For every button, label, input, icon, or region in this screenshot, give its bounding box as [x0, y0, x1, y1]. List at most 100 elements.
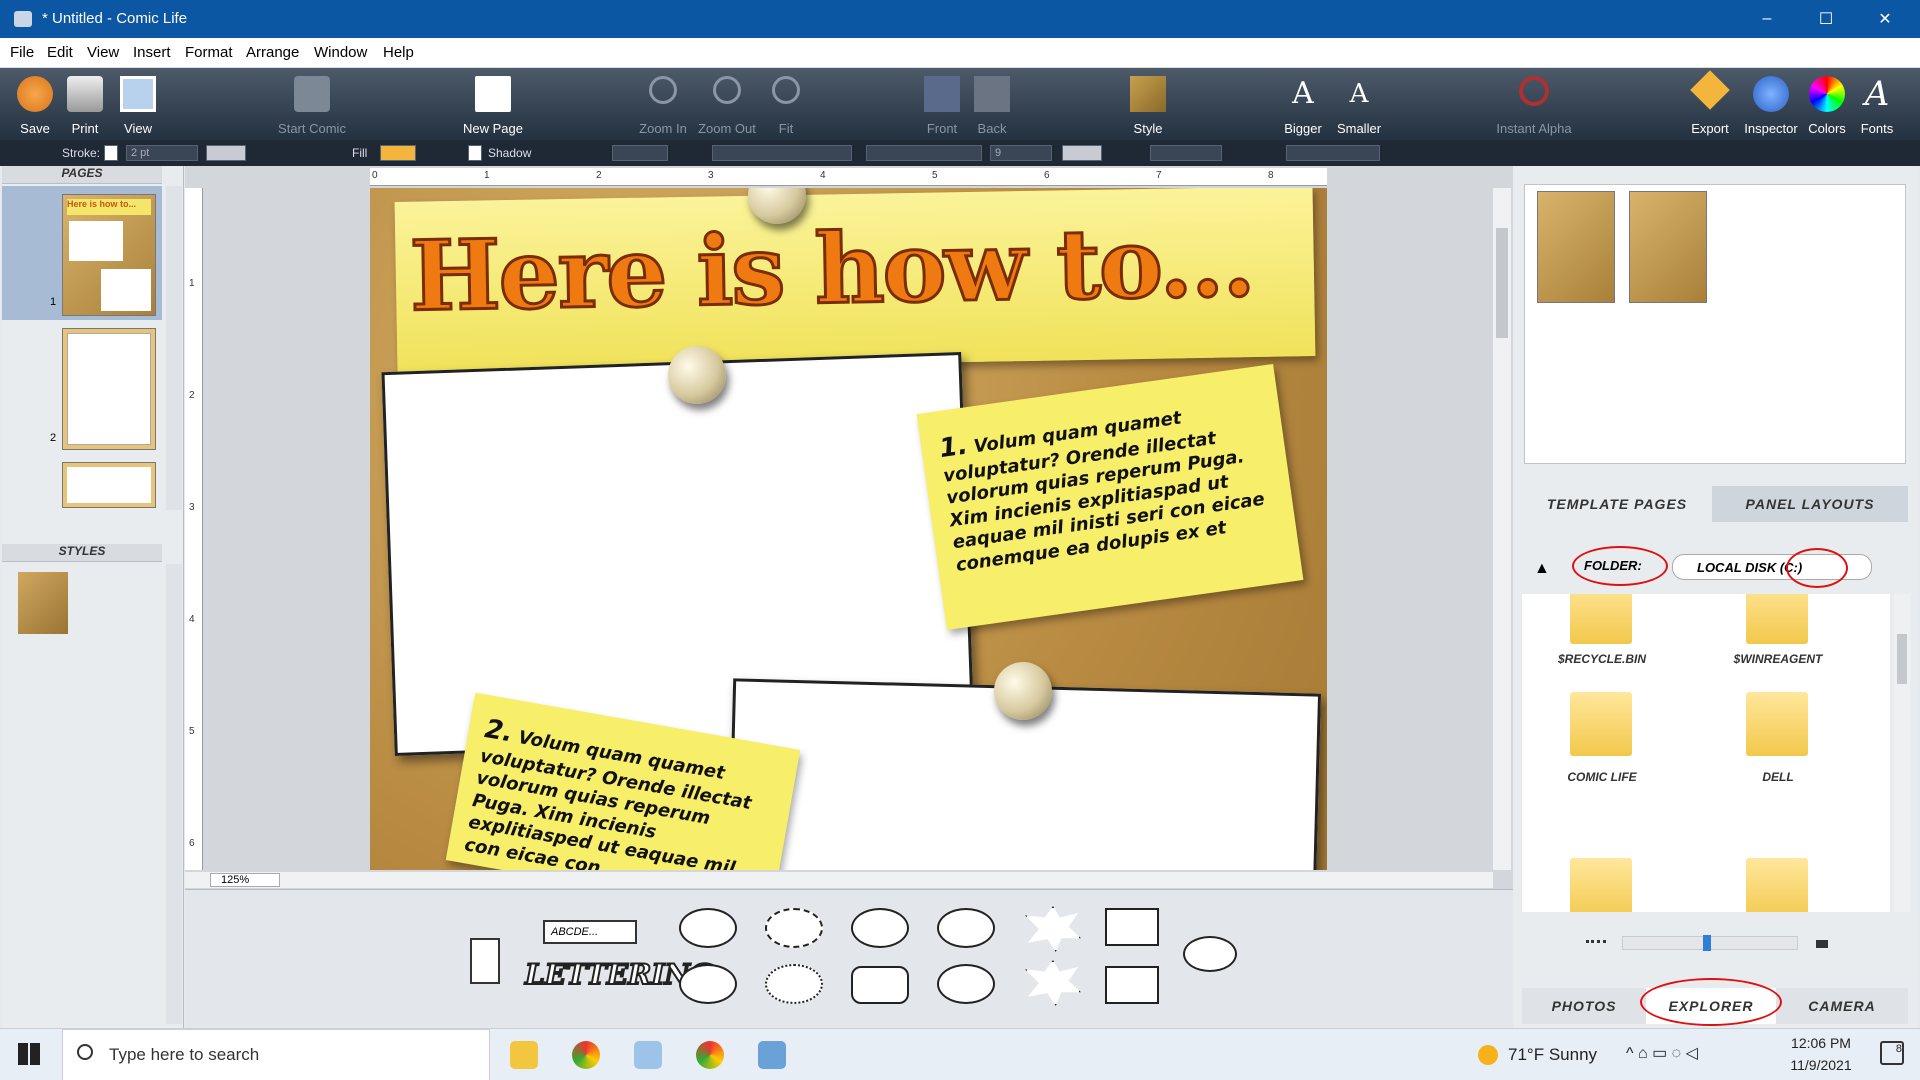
- folder-icon[interactable]: [1570, 594, 1632, 644]
- canvas-vertical-scrollbar[interactable]: [1493, 188, 1511, 870]
- tab-camera[interactable]: CAMERA: [1776, 988, 1908, 1024]
- text-color-well[interactable]: [1062, 145, 1102, 161]
- lettering-art[interactable]: LETTERING: [524, 957, 715, 992]
- system-tray-icons[interactable]: ^ ⌂ ▭ ◌ ◁: [1626, 1043, 1698, 1063]
- box-balloon[interactable]: [1105, 908, 1159, 946]
- tab-panel-layouts[interactable]: PANEL LAYOUTS: [1712, 486, 1908, 522]
- menu-window[interactable]: Window: [314, 44, 367, 61]
- scroll-thumb[interactable]: [1496, 228, 1508, 338]
- comic-title[interactable]: Here is how to...: [407, 204, 1255, 335]
- thought-balloon[interactable]: [851, 908, 909, 948]
- fill-color-well[interactable]: [380, 145, 416, 161]
- shout-balloon[interactable]: [1025, 906, 1081, 952]
- start-comic-button[interactable]: Start Comic: [270, 68, 354, 140]
- menu-help[interactable]: Help: [383, 44, 414, 61]
- maximize-button[interactable]: ☐: [1797, 0, 1855, 38]
- folder-icon[interactable]: [1746, 858, 1808, 912]
- smaller-button[interactable]: A Smaller: [1330, 68, 1388, 140]
- tab-photos[interactable]: PHOTOS: [1522, 988, 1646, 1024]
- slider-thumb[interactable]: [1703, 935, 1711, 951]
- box-balloon[interactable]: [1105, 966, 1159, 1004]
- caption-shape[interactable]: ABCDE...: [543, 920, 637, 944]
- clock-date[interactable]: 11/9/2021: [1776, 1057, 1866, 1073]
- stroke-color-well[interactable]: [104, 145, 118, 161]
- chrome-icon[interactable]: [572, 1041, 600, 1069]
- colors-button[interactable]: Colors: [1802, 68, 1852, 140]
- fit-button[interactable]: Fit: [760, 68, 812, 140]
- menu-file[interactable]: File: [10, 44, 34, 61]
- speech-balloon[interactable]: [937, 908, 995, 948]
- canvas-horizontal-scrollbar[interactable]: [185, 872, 1493, 888]
- folder-label-comic-life[interactable]: COMIC LIFE: [1522, 770, 1682, 784]
- page-thumbnail-2[interactable]: [62, 328, 156, 450]
- template-thumbnail[interactable]: [1629, 191, 1707, 303]
- zoom-in-button[interactable]: Zoom In: [632, 68, 694, 140]
- stroke-width-select[interactable]: 2 pt: [126, 145, 198, 161]
- zoom-select[interactable]: 125%: [210, 873, 280, 887]
- speech-balloon[interactable]: [937, 964, 995, 1004]
- text-note-1[interactable]: 1. Volum quam quamet voluptatur? Orende …: [916, 364, 1304, 630]
- scroll-thumb[interactable]: [1897, 634, 1907, 684]
- taskbar-search-box[interactable]: Type here to search: [62, 1029, 490, 1080]
- comic-page[interactable]: Here is how to... 1. Volum quam quamet v…: [370, 188, 1327, 870]
- whisper-balloon[interactable]: [765, 964, 823, 1004]
- zoom-out-button[interactable]: Zoom Out: [694, 68, 760, 140]
- whisper-balloon[interactable]: [765, 908, 823, 948]
- folder-label-winreagent[interactable]: $WINREAGENT: [1698, 652, 1858, 666]
- view-button[interactable]: View: [110, 68, 166, 140]
- stroke-style-well[interactable]: [206, 145, 246, 161]
- font-family-select[interactable]: [712, 145, 852, 161]
- comic-life-taskbar-icon[interactable]: [758, 1041, 786, 1069]
- speech-balloon-new[interactable]: [1183, 936, 1237, 972]
- inspector-button[interactable]: Inspector: [1738, 68, 1804, 140]
- large-thumbs-icon[interactable]: [1816, 940, 1828, 948]
- chrome-profile-icon[interactable]: [696, 1041, 724, 1069]
- menu-insert[interactable]: Insert: [133, 44, 171, 61]
- style-thumbnail[interactable]: [18, 572, 68, 634]
- instant-alpha-button[interactable]: Instant Alpha: [1484, 68, 1584, 140]
- font-style-select[interactable]: [866, 145, 982, 161]
- page-thumbnail-1[interactable]: Here is how to...: [62, 194, 156, 316]
- menu-view[interactable]: View: [87, 44, 119, 61]
- alignment-buttons[interactable]: [1286, 145, 1380, 161]
- title-banner[interactable]: Here is how to...: [394, 188, 1316, 372]
- folder-label-dell[interactable]: DELL: [1698, 770, 1858, 784]
- folder-icon[interactable]: [1570, 692, 1632, 756]
- tab-template-pages[interactable]: TEMPLATE PAGES: [1522, 486, 1712, 522]
- panel-shape[interactable]: [470, 938, 500, 984]
- close-button[interactable]: ✕: [1856, 0, 1914, 38]
- rounded-balloon[interactable]: [851, 966, 909, 1004]
- save-button[interactable]: Save: [10, 68, 60, 140]
- shadow-select[interactable]: [612, 145, 668, 161]
- folder-icon[interactable]: [1746, 594, 1808, 644]
- speech-balloon[interactable]: [679, 964, 737, 1004]
- back-button[interactable]: Back: [966, 68, 1018, 140]
- notifications-button[interactable]: 8: [1880, 1041, 1904, 1065]
- folder-label-recycle[interactable]: $RECYCLE.BIN: [1522, 652, 1682, 666]
- weather-text[interactable]: 71°F Sunny: [1508, 1045, 1597, 1065]
- folder-up-icon[interactable]: ▲: [1534, 560, 1550, 578]
- bigger-button[interactable]: A Bigger: [1276, 68, 1330, 140]
- menu-edit[interactable]: Edit: [47, 44, 73, 61]
- bold-italic-underline-buttons[interactable]: [1150, 145, 1222, 161]
- thumbnail-size-slider[interactable]: [1622, 935, 1798, 951]
- folder-scrollbar[interactable]: [1894, 594, 1910, 912]
- print-button[interactable]: Print: [60, 68, 110, 140]
- template-thumbnail[interactable]: [1537, 191, 1615, 303]
- menu-arrange[interactable]: Arrange: [246, 44, 299, 61]
- folder-icon[interactable]: [1746, 692, 1808, 756]
- start-windows-icon[interactable]: [18, 1043, 40, 1065]
- folder-icon[interactable]: [1570, 858, 1632, 912]
- clock-time[interactable]: 12:06 PM: [1776, 1035, 1866, 1051]
- pages-scrollbar[interactable]: [166, 186, 182, 510]
- font-size-select[interactable]: 9: [990, 145, 1052, 161]
- menu-format[interactable]: Format: [185, 44, 233, 61]
- new-page-button[interactable]: New Page: [455, 68, 531, 140]
- shout-balloon[interactable]: [1025, 960, 1081, 1006]
- minimize-button[interactable]: –: [1738, 0, 1796, 38]
- shadow-checkbox[interactable]: [468, 145, 482, 161]
- paint-icon[interactable]: [634, 1041, 662, 1069]
- fonts-button[interactable]: A Fonts: [1852, 68, 1902, 140]
- file-explorer-icon[interactable]: [510, 1041, 538, 1069]
- styles-scrollbar[interactable]: [166, 564, 182, 1024]
